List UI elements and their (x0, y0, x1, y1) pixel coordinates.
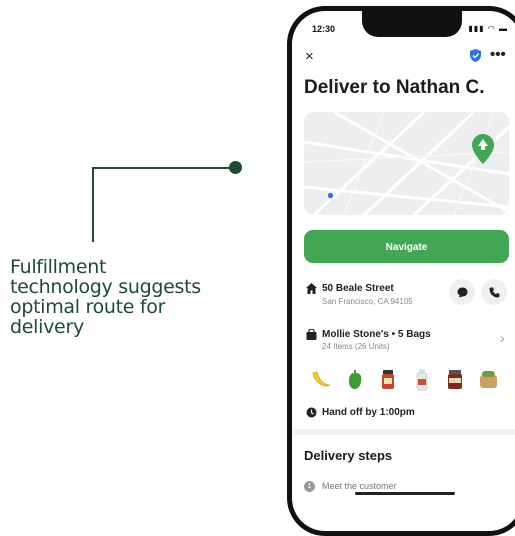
route-map[interactable] (304, 112, 509, 215)
callout-text: Fulfillment technology suggests optimal … (10, 256, 201, 338)
store-name: Mollie Stone's • 5 Bags (322, 329, 431, 340)
clock-icon (306, 407, 317, 421)
bottle-item (416, 369, 428, 391)
step-number-badge: 1 (304, 481, 315, 492)
status-icons: ▮▮▮ ◠ ▬ (468, 24, 508, 33)
bread-item (480, 371, 497, 388)
destination-pin-icon (472, 134, 494, 164)
address-street: 50 Beale Street (322, 283, 394, 294)
delivery-steps-title: Delivery steps (304, 448, 393, 463)
chat-icon (457, 287, 467, 297)
bag-icon (306, 328, 317, 343)
call-button[interactable] (481, 279, 507, 305)
item-count: 24 Items (26 Units) (322, 342, 390, 351)
phone-notch (362, 11, 462, 37)
home-indicator[interactable] (355, 492, 455, 495)
page-title: Deliver to Nathan C. (304, 77, 485, 98)
sauce-jar-item (448, 370, 462, 389)
shield-icon[interactable] (470, 49, 481, 67)
banana-item (312, 371, 331, 387)
jar-item (382, 370, 394, 389)
origin-dot (326, 191, 335, 200)
callout-dot (229, 161, 242, 174)
chevron-right-icon[interactable]: › (500, 330, 505, 346)
handoff-time: Hand off by 1:00pm (322, 407, 415, 418)
navigate-button[interactable]: Navigate (304, 230, 509, 263)
phone-icon (489, 287, 499, 297)
order-items-preview[interactable] (310, 367, 515, 393)
address-city: San Francisco, CA 94105 (322, 297, 413, 306)
phone-frame: 12:30 ▮▮▮ ◠ ▬ × ••• Deliver to Nathan C. (287, 6, 515, 536)
more-icon[interactable]: ••• (490, 46, 506, 63)
callout-line (92, 167, 235, 169)
close-icon[interactable]: × (305, 48, 314, 65)
home-icon (306, 283, 317, 297)
pepper-item (349, 370, 362, 389)
status-time: 12:30 (312, 24, 336, 34)
chat-button[interactable] (449, 279, 475, 305)
step-label[interactable]: Meet the customer (322, 481, 397, 491)
callout-line-vertical (92, 168, 94, 242)
section-divider (292, 429, 515, 435)
phone-screen: 12:30 ▮▮▮ ◠ ▬ × ••• Deliver to Nathan C. (292, 11, 515, 531)
